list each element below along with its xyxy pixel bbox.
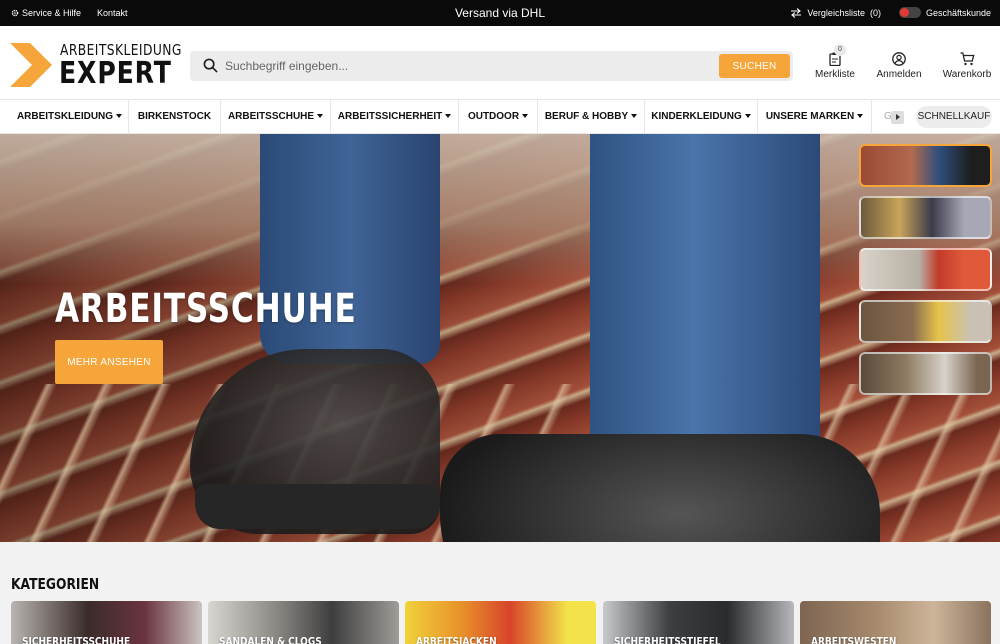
category-card-sicherheitsstiefel[interactable]: SICHERHEITSSTIEFEL <box>603 601 794 644</box>
toggle-switch[interactable] <box>898 7 921 18</box>
slider-thumb-1[interactable] <box>859 144 992 187</box>
search-button[interactable]: SUCHEN <box>719 54 790 78</box>
slider-thumb-4[interactable] <box>859 300 992 343</box>
categories-section: KATEGORIEN SICHERHEITSSCHUHE SANDALEN & … <box>0 542 1000 644</box>
categories-title: KATEGORIEN <box>11 575 100 593</box>
gear-icon <box>11 9 19 17</box>
top-bar: Service & Hilfe Kontakt Versand via DHL … <box>0 0 1000 26</box>
hero-image-jeans-right <box>590 134 820 464</box>
category-label: ARBEITSWESTEN <box>811 635 897 644</box>
category-label: SANDALEN & CLOGS <box>219 635 322 644</box>
caret-down-icon <box>631 114 638 119</box>
category-card-arbeitswesten[interactable]: ARBEITSWESTEN <box>800 601 991 644</box>
category-label: ARBEITSJACKEN <box>416 635 497 644</box>
main-navigation: ARBEITSKLEIDUNG BIRKENSTOCK ARBEITSSCHUH… <box>0 99 1000 134</box>
nav-label: ARBEITSSICHERHEIT <box>337 111 443 122</box>
nav-label: KINDERKLEIDUNG <box>651 111 742 122</box>
service-label: Service & Hilfe <box>22 8 82 18</box>
quick-buy-button[interactable]: SCHNELLKAUF <box>916 106 992 128</box>
nav-label: ARBEITSKLEIDUNG <box>16 111 114 122</box>
nav-label: BERUF & HOBBY <box>544 111 629 122</box>
compare-count: (0) <box>869 7 881 18</box>
wishlist-icon-wrap: 0 <box>805 44 865 67</box>
caret-down-icon <box>116 114 123 119</box>
business-label: Geschäftskunde <box>925 7 991 18</box>
nav-item-arbeitssicherheit[interactable]: ARBEITSSICHERHEIT <box>331 100 459 134</box>
wishlist-label: Merkliste <box>814 69 855 80</box>
search-input[interactable] <box>225 57 695 75</box>
caret-down-icon <box>317 114 324 119</box>
hero-title: ARBEITSSCHUHE <box>55 286 357 332</box>
login-button[interactable]: Anmelden <box>869 52 929 80</box>
logo[interactable]: ARBEITSKLEIDUNG EXPERT <box>10 40 181 91</box>
header: ARBEITSKLEIDUNG EXPERT SUCHEN 0 Merklist… <box>0 26 1000 99</box>
caret-down-icon <box>744 114 751 119</box>
nav-item-unsere-marken[interactable]: UNSERE MARKEN <box>758 100 872 134</box>
hero-cta-button[interactable]: MEHR ANSEHEN <box>55 340 163 384</box>
login-icon-wrap <box>869 52 929 66</box>
cart-icon-wrap <box>937 52 997 66</box>
nav-label: UNSERE MARKEN <box>765 111 855 122</box>
compare-arrows-icon <box>791 7 802 18</box>
nav-item-kinderkleidung[interactable]: KINDERKLEIDUNG <box>645 100 758 134</box>
nav-item-arbeitsschuhe[interactable]: ARBEITSSCHUHE <box>221 100 331 134</box>
slider-thumb-5[interactable] <box>859 352 992 395</box>
cart-label: Warenkorb <box>942 69 992 80</box>
hero-image-sole-left <box>195 484 440 529</box>
nav-label: ARBEITSSCHUHE <box>227 111 315 122</box>
slider-thumb-3[interactable] <box>859 248 992 291</box>
logo-text-bottom: EXPERT <box>59 56 172 91</box>
hero-banner: ARBEITSSCHUHE MEHR ANSEHEN <box>0 134 1000 542</box>
hero-image-boot-right <box>440 434 880 542</box>
business-toggle[interactable]: Geschäftskunde <box>898 7 991 18</box>
category-card-arbeitsjacken[interactable]: ARBEITSJACKEN <box>405 601 596 644</box>
nav-item-birkenstock[interactable]: BIRKENSTOCK <box>129 100 221 134</box>
caret-down-icon <box>857 114 864 119</box>
search-bar: SUCHEN <box>190 51 793 81</box>
wishlist-button[interactable]: 0 Merkliste <box>805 44 865 80</box>
slider-thumb-2[interactable] <box>859 196 992 239</box>
compare-label: Vergleichsliste <box>807 7 865 18</box>
nav-label: BIRKENSTOCK <box>137 111 212 122</box>
contact-link[interactable]: Kontakt <box>97 8 128 18</box>
cart-icon <box>960 52 975 66</box>
compare-link[interactable]: Vergleichsliste (0) <box>790 8 881 18</box>
category-label: SICHERHEITSSCHUHE <box>22 635 131 644</box>
hero-background-sky <box>0 134 1000 284</box>
nav-item-outdoor[interactable]: OUTDOOR <box>459 100 538 134</box>
nav-item-beruf-hobby[interactable]: BERUF & HOBBY <box>538 100 645 134</box>
wishlist-count-badge: 0 <box>834 44 846 56</box>
search-icon <box>203 58 218 73</box>
category-card-sicherheitsschuhe[interactable]: SICHERHEITSSCHUHE <box>11 601 202 644</box>
nav-label: OUTDOOR <box>467 111 520 122</box>
nav-overflow-label: G <box>884 111 892 122</box>
user-icon <box>892 52 906 66</box>
category-label: SICHERHEITSSTIEFEL <box>614 635 721 644</box>
caret-down-icon <box>445 114 452 119</box>
category-card-sandalen-clogs[interactable]: SANDALEN & CLOGS <box>208 601 399 644</box>
nav-scroll-right-icon[interactable] <box>891 111 904 124</box>
nav-item-arbeitskleidung[interactable]: ARBEITSKLEIDUNG <box>11 100 129 134</box>
caret-down-icon <box>522 114 529 119</box>
cart-button[interactable]: Warenkorb <box>937 52 997 80</box>
login-label: Anmelden <box>876 69 922 80</box>
logo-chevron-icon <box>10 43 52 87</box>
service-link[interactable]: Service & Hilfe <box>11 8 81 18</box>
